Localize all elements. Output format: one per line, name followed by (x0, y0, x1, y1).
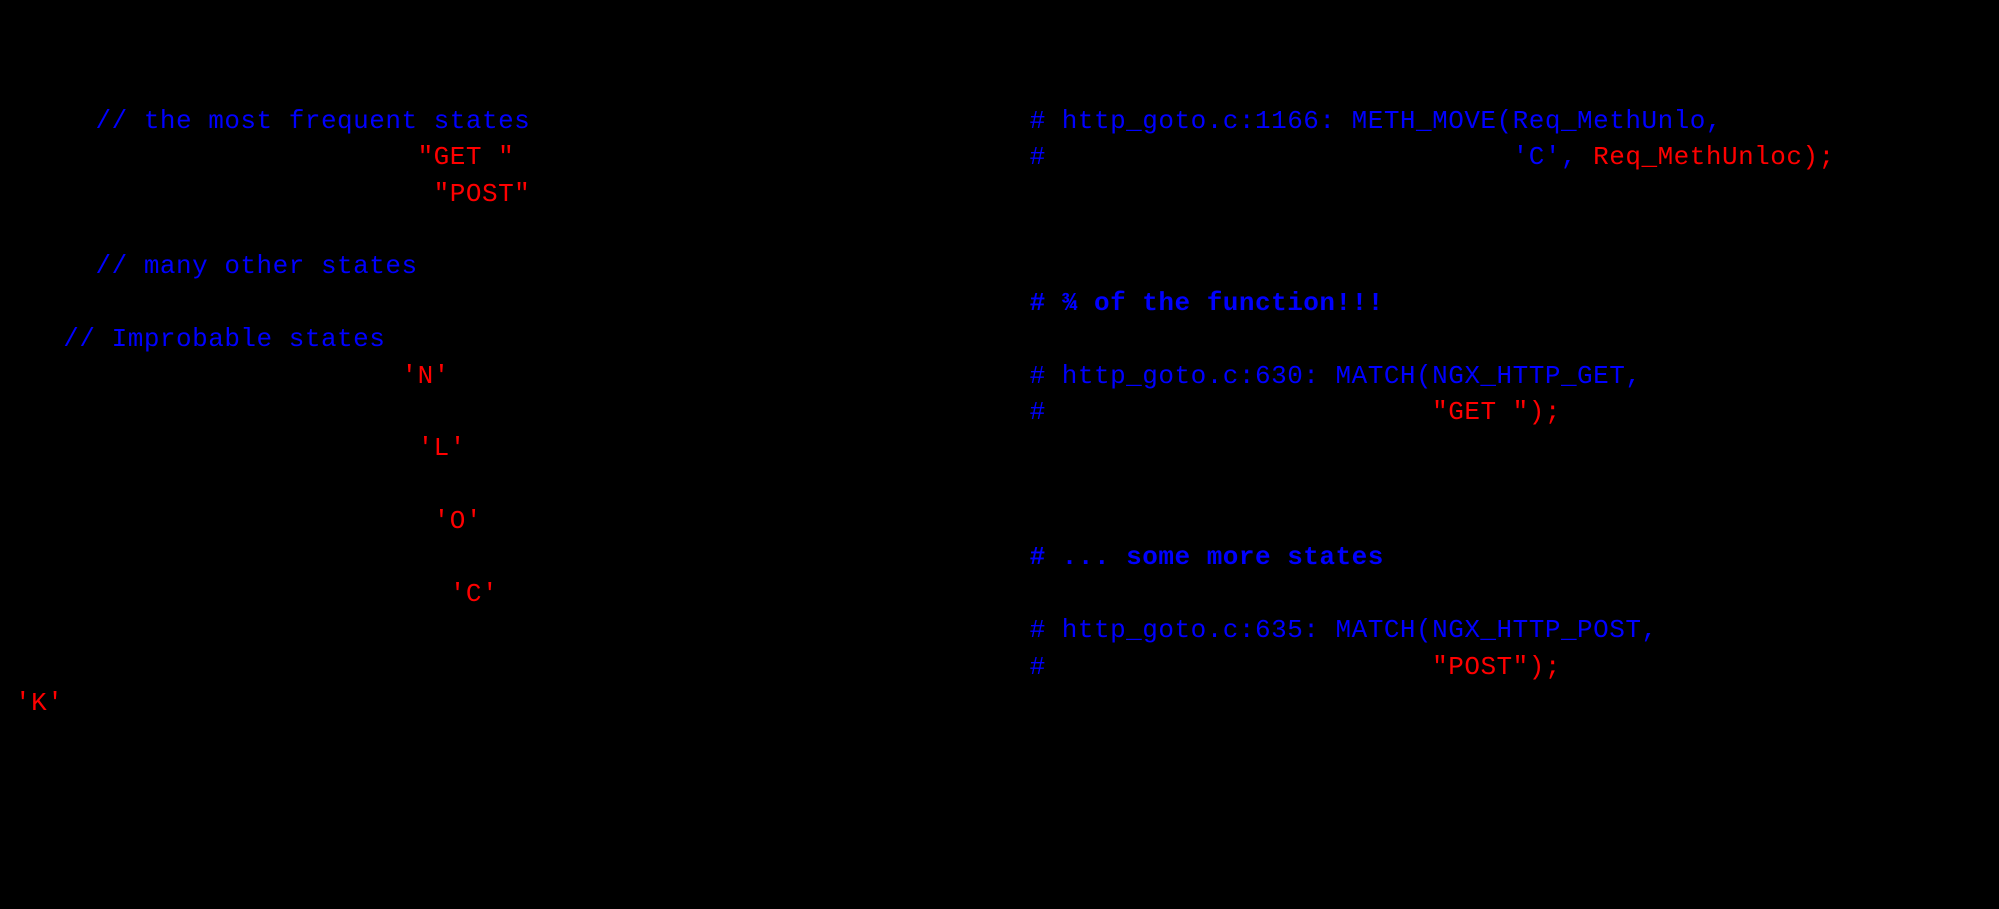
code-comment: # "POST"); (997, 652, 1561, 682)
code-comment: // the most frequent states (15, 106, 530, 136)
code-frag: # (997, 652, 1432, 682)
code-frag: MATCH(NGX_HTTP_POST, (15, 179, 434, 209)
code-line: jne .L532 (997, 215, 1239, 245)
highlight-token: Req_MethUnloc); (1593, 142, 1835, 172)
string-literal: "GET " (418, 142, 515, 172)
code-frag: ); (63, 688, 95, 718)
code-line: MATCH(NGX_HTTP_POST, "POST"); (15, 179, 563, 209)
code-line: Req_MethUnl: METH_MOVE('O', (15, 506, 498, 536)
code-line: Req_MethUnl); (15, 470, 482, 500)
code-comment: # "GET "); (997, 397, 1561, 427)
char-literal: 'C' (450, 579, 498, 609)
code-line: Req_MethUnloc: METH_MATCH(UNLOCK, (15, 652, 595, 682)
code-comment: // Improbable states (15, 324, 385, 354)
code-line: Req_MethUnloc); (15, 615, 546, 645)
code-line: } (15, 724, 31, 754)
code-line: MATCH(NGX_HTTP_GET, "GET "); (15, 142, 546, 172)
code-frag: , (482, 506, 498, 536)
code-comment: # http_goto.c:1166: METH_MOVE(Req_MethUn… (997, 106, 1722, 136)
code-line: Req_MethUn: METH_MOVE('L', (15, 433, 482, 463)
code-frag: MATCH(NGX_HTTP_GET, (15, 142, 418, 172)
code-line: cmpl $542393671, %edx (997, 433, 1416, 463)
right-column: http_goto: # http_goto.c:1166: METH_MOVE… (987, 30, 1999, 879)
left-column: Req_Method: { // the most frequent state… (15, 30, 987, 879)
char-literal: 'N' (401, 361, 449, 391)
code-frag: , (466, 433, 482, 463)
string-literal: "POST"); (1432, 652, 1561, 682)
string-literal: "GET "); (1432, 397, 1561, 427)
code-comment-emph: # ... some more states (997, 542, 1383, 572)
code-line: ... (15, 288, 144, 318)
code-comment: // many other states (15, 251, 418, 281)
code-line: Req_MethUnlo: METH_MOVE('C', (15, 579, 514, 609)
code-line: 'K'); (15, 688, 96, 718)
code-frag: , (498, 579, 514, 609)
code-slide: Req_Method: { // the most frequent state… (0, 0, 1999, 909)
code-frag: Req_MethUnlo: METH_MOVE( (15, 579, 450, 609)
code-frag: Req_MethU: METH_MOVE( (15, 361, 401, 391)
code-comment: # 'C', Req_MethUnloc); (997, 142, 1834, 172)
code-frag: Req_MethUn: METH_MOVE( (15, 433, 418, 463)
code-line: Req_MethU: METH_MOVE('N', (15, 361, 466, 391)
code-line: cmpb $67, %al (997, 179, 1287, 209)
code-frag: Req_MethUnl: METH_MOVE( (15, 506, 434, 536)
char-literal: 'O' (434, 506, 482, 536)
code-line: Req_Method: { (15, 69, 224, 99)
code-frag: ); (514, 142, 546, 172)
code-comment-emph: # ¾ of the function!!! (997, 288, 1383, 318)
code-comment: # http_goto.c:630: MATCH(NGX_HTTP_GET, (997, 361, 1641, 391)
code-frag: ); (530, 179, 562, 209)
code-line: http_goto: (997, 69, 1158, 99)
char-literal: 'K' (15, 688, 63, 718)
string-literal: "POST" (434, 179, 531, 209)
code-frag: # 'C', (997, 142, 1593, 172)
code-line: ... (15, 215, 144, 245)
code-line: cmpl $1414745936, %edx (997, 688, 1432, 718)
char-literal: 'L' (418, 433, 466, 463)
code-comment: # http_goto.c:635: MATCH(NGX_HTTP_POST, (997, 615, 1657, 645)
code-line: Req_MethUnlo); (15, 542, 514, 572)
code-frag: , (450, 361, 466, 391)
code-line: je .L476 (997, 470, 1239, 500)
code-frag: # (997, 397, 1432, 427)
code-line: je .L478 (997, 724, 1239, 754)
code-line: Req_MethUn); (15, 397, 595, 427)
